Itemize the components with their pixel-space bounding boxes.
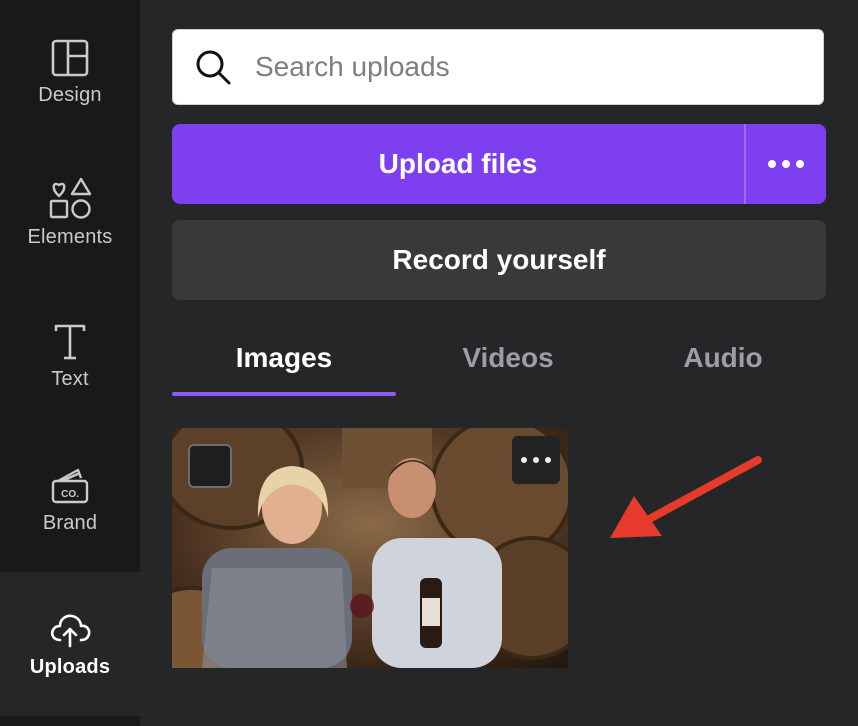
search-icon [196,50,231,85]
search-box[interactable] [172,29,824,105]
more-dots-icon [521,457,551,463]
upload-files-button[interactable]: Upload files [172,124,744,204]
uploaded-image-thumbnail[interactable] [172,428,568,668]
layout-icon [51,39,89,76]
tab-videos[interactable]: Videos [396,320,620,396]
search-input[interactable] [253,50,823,84]
brand-icon: CO. [51,468,89,503]
record-yourself-button[interactable]: Record yourself [172,220,826,300]
sidebar-item-elements[interactable]: Elements [0,140,140,284]
media-tabs: Images Videos Audio [172,320,826,396]
sidebar-item-label: Design [38,83,102,106]
text-icon [54,324,86,359]
tab-images[interactable]: Images [172,320,396,396]
more-dots-icon [768,160,804,168]
sidebar-item-brand[interactable]: CO. Brand [0,428,140,572]
svg-text:CO.: CO. [61,489,79,500]
tab-audio[interactable]: Audio [620,320,826,396]
sidebar-item-label: Brand [42,511,98,534]
annotation-arrow-icon [610,456,762,538]
side-rail: Design Elements Text CO. Brand Uploads [0,0,140,726]
active-tab-indicator [172,392,396,396]
sidebar-item-label: Text [51,367,89,390]
sidebar-item-label: Elements [27,225,113,248]
sidebar-item-uploads[interactable]: Uploads [0,572,140,716]
sidebar-item-text[interactable]: Text [0,284,140,428]
cloud-upload-icon [50,614,91,647]
upload-more-button[interactable] [746,124,826,204]
rail-background-bottom [0,716,140,726]
image-more-button[interactable] [512,436,560,484]
sidebar-item-design[interactable]: Design [0,0,140,144]
upload-button-group: Upload files [172,124,826,204]
shapes-icon [49,177,92,219]
sidebar-item-label: Uploads [29,655,111,678]
select-checkbox[interactable] [188,444,232,488]
